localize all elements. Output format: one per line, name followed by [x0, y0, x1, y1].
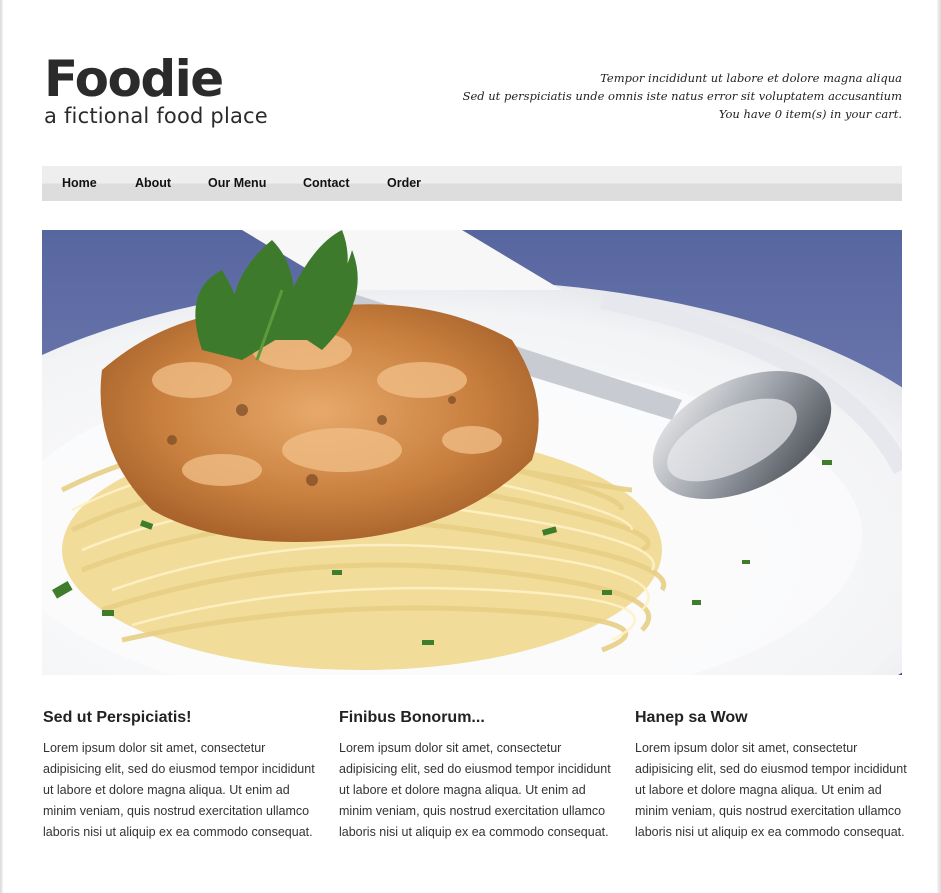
content-column-2: Finibus Bonorum... Lorem ipsum dolor sit… — [339, 708, 614, 843]
header-info-line-2: Sed ut perspiciatis unde omnis iste natu… — [462, 89, 902, 103]
cart-status[interactable]: You have 0 item(s) in your cart. — [463, 105, 902, 123]
nav-item-our-menu[interactable]: Our Menu — [208, 176, 266, 190]
content-column-3: Hanep sa Wow Lorem ipsum dolor sit amet,… — [635, 708, 910, 843]
header-info: Tempor incididunt ut labore et dolore ma… — [463, 69, 902, 123]
nav-item-contact[interactable]: Contact — [303, 176, 350, 190]
content-column-1: Sed ut Perspiciatis! Lorem ipsum dolor s… — [43, 708, 318, 843]
nav-item-order[interactable]: Order — [387, 176, 421, 190]
site-logo[interactable]: Foodie a fictional food place — [44, 52, 268, 128]
page-edge-right — [937, 0, 941, 893]
column-title: Hanep sa Wow — [635, 709, 748, 726]
column-body: Lorem ipsum dolor sit amet, consectetur … — [339, 741, 611, 839]
column-body: Lorem ipsum dolor sit amet, consectetur … — [635, 741, 907, 839]
pasta-dish-photo — [42, 230, 902, 675]
hero-image — [42, 230, 902, 675]
logo-title: Foodie — [44, 50, 224, 108]
main-nav: Home About Our Menu Contact Order — [42, 166, 902, 201]
nav-item-home[interactable]: Home — [62, 176, 97, 190]
column-body: Lorem ipsum dolor sit amet, consectetur … — [43, 741, 315, 839]
page-edge-left — [0, 0, 3, 893]
nav-item-about[interactable]: About — [135, 176, 171, 190]
column-title: Finibus Bonorum... — [339, 709, 485, 726]
logo-tagline: a fictional food place — [44, 104, 268, 128]
column-title: Sed ut Perspiciatis! — [43, 709, 192, 726]
header-info-line-1: Tempor incididunt ut labore et dolore ma… — [600, 71, 902, 85]
